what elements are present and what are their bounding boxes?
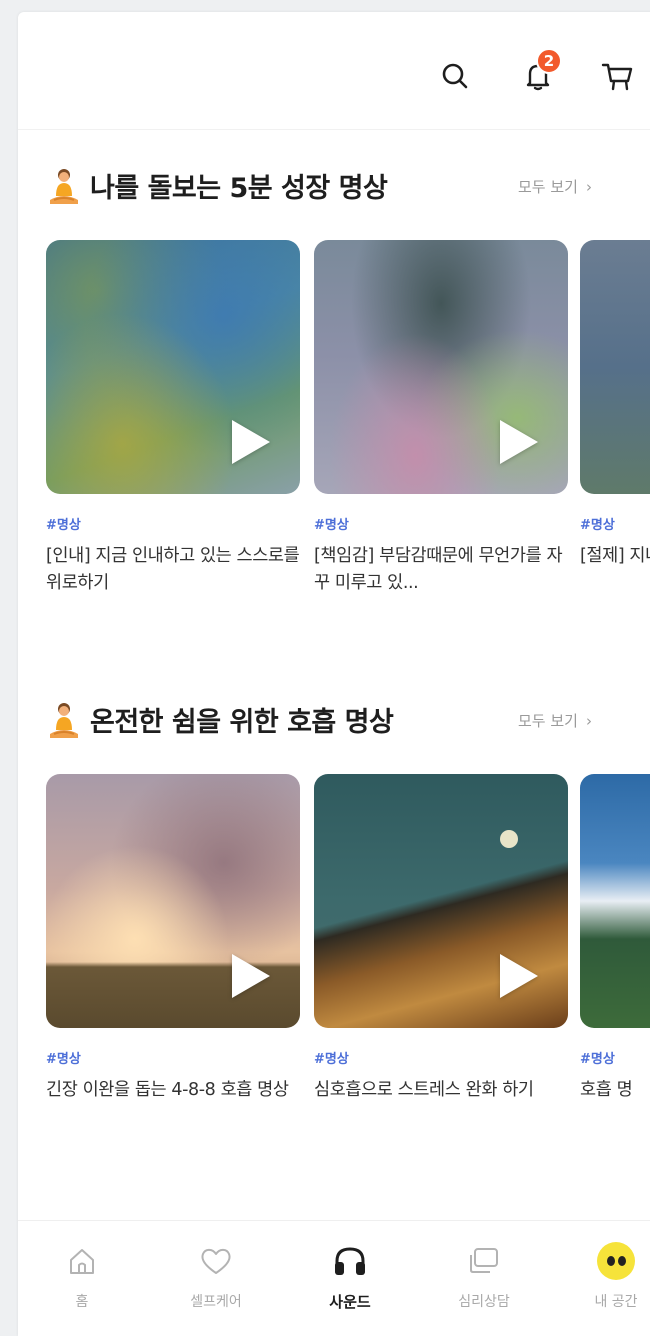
card-carousel[interactable]: #명상 [인내] 지금 인내하고 있는 스스로를 위로하기 #명상 [책임감] …: [46, 240, 650, 620]
nav-item-sound[interactable]: 사운드: [300, 1243, 400, 1312]
card-tag: #명상: [314, 518, 349, 533]
thumbnail-image[interactable]: [314, 774, 568, 1028]
see-all-label: 모두 보기: [518, 712, 578, 730]
thumbnail-image[interactable]: [314, 240, 568, 494]
card-title: 호흡 명: [580, 1080, 633, 1100]
card-tag: #명상: [580, 1052, 615, 1067]
section-header: 온전한 쉼을 위한 호흡 명상 모두 보기 ›: [18, 696, 650, 744]
content-card[interactable]: #명상 심호흡으로 스트레스 완화 하기: [314, 774, 568, 1131]
play-icon[interactable]: [232, 420, 270, 464]
nav-label: 셀프케어: [190, 1294, 242, 1310]
card-tag: #명상: [46, 1052, 81, 1067]
meditation-person-icon: [50, 169, 78, 204]
thumbnail-image[interactable]: [46, 774, 300, 1028]
thumbnail-image[interactable]: [46, 240, 300, 494]
section-growth-meditation: 나를 돌보는 5분 성장 명상 모두 보기 › #명상 [인내] 지금 인내하고 …: [18, 162, 650, 593]
meditation-person-icon: [50, 703, 78, 738]
search-button[interactable]: [433, 54, 477, 98]
cart-icon: [601, 63, 633, 91]
section-title: 나를 돌보는 5분 성장 명상: [90, 173, 388, 204]
moon-shape: [500, 830, 518, 848]
home-icon: [70, 1249, 94, 1274]
nav-item-home[interactable]: 홈: [32, 1243, 132, 1311]
card-tag: #명상: [580, 518, 615, 533]
content-card[interactable]: #명상 [절제] 지나친: [580, 240, 650, 597]
play-icon[interactable]: [500, 420, 538, 464]
chevron-right-icon: ›: [585, 712, 592, 730]
card-title: 심호흡으로 스트레스 완화 하기: [314, 1080, 534, 1100]
nav-item-counseling[interactable]: 심리상담: [434, 1243, 534, 1311]
bottom-navigation: 홈 셀프케어 사운드 심리상담 내 공간: [18, 1220, 650, 1336]
see-all-link[interactable]: 모두 보기 ›: [518, 710, 592, 731]
chat-icon: [470, 1248, 498, 1273]
app-screen: 2 나를 돌보는 5분 성장 명상 모두 보기 › #명상 [인내] 지금 인내…: [18, 12, 650, 1336]
content-card[interactable]: #명상 [인내] 지금 인내하고 있는 스스로를 위로하기: [46, 240, 300, 597]
notification-button[interactable]: 2: [516, 48, 562, 98]
nav-label: 홈: [75, 1294, 89, 1310]
notification-badge: 2: [536, 48, 562, 74]
eyes-avatar-icon: [597, 1242, 635, 1280]
headphones-icon: [335, 1247, 365, 1275]
section-breathing-meditation: 온전한 쉼을 위한 호흡 명상 모두 보기 › #명상 긴장 이완을 돕는 4-8…: [18, 696, 650, 1100]
card-carousel[interactable]: #명상 긴장 이완을 돕는 4-8-8 호흡 명상 #명상 심호흡으로 스트레스…: [46, 774, 650, 1154]
card-tag: #명상: [46, 518, 81, 533]
nav-label: 내 공간: [594, 1294, 638, 1310]
see-all-label: 모두 보기: [518, 178, 578, 196]
card-title: [인내] 지금 인내하고 있는 스스로를 위로하기: [46, 546, 300, 593]
thumbnail-image[interactable]: [580, 774, 650, 1028]
top-header: 2: [18, 12, 650, 130]
eye-shape: [617, 1256, 626, 1266]
eye-shape: [606, 1256, 615, 1266]
nav-item-my-space[interactable]: 내 공간: [566, 1242, 650, 1311]
section-title: 온전한 쉼을 위한 호흡 명상: [90, 707, 394, 738]
see-all-link[interactable]: 모두 보기 ›: [518, 176, 592, 197]
search-icon: [442, 63, 468, 89]
content-card[interactable]: #명상 호흡 명: [580, 774, 650, 1131]
thumbnail-image[interactable]: [580, 240, 650, 494]
chevron-right-icon: ›: [585, 178, 592, 196]
card-tag: #명상: [314, 1052, 349, 1067]
nav-label: 사운드: [329, 1293, 371, 1311]
nav-item-selfcare[interactable]: 셀프케어: [166, 1243, 266, 1311]
heart-icon: [201, 1248, 231, 1274]
nav-label: 심리상담: [458, 1294, 510, 1310]
card-title: [책임감] 부담감때문에 무언가를 자꾸 미루고 있...: [314, 546, 563, 593]
card-title: [절제] 지나친: [580, 546, 650, 566]
play-icon[interactable]: [232, 954, 270, 998]
content-card[interactable]: #명상 [책임감] 부담감때문에 무언가를 자꾸 미루고 있...: [314, 240, 568, 597]
cart-button[interactable]: [596, 54, 640, 98]
play-icon[interactable]: [500, 954, 538, 998]
card-title: 긴장 이완을 돕는 4-8-8 호흡 명상: [46, 1080, 289, 1100]
section-header: 나를 돌보는 5분 성장 명상 모두 보기 ›: [18, 162, 650, 210]
content-card[interactable]: #명상 긴장 이완을 돕는 4-8-8 호흡 명상: [46, 774, 300, 1131]
